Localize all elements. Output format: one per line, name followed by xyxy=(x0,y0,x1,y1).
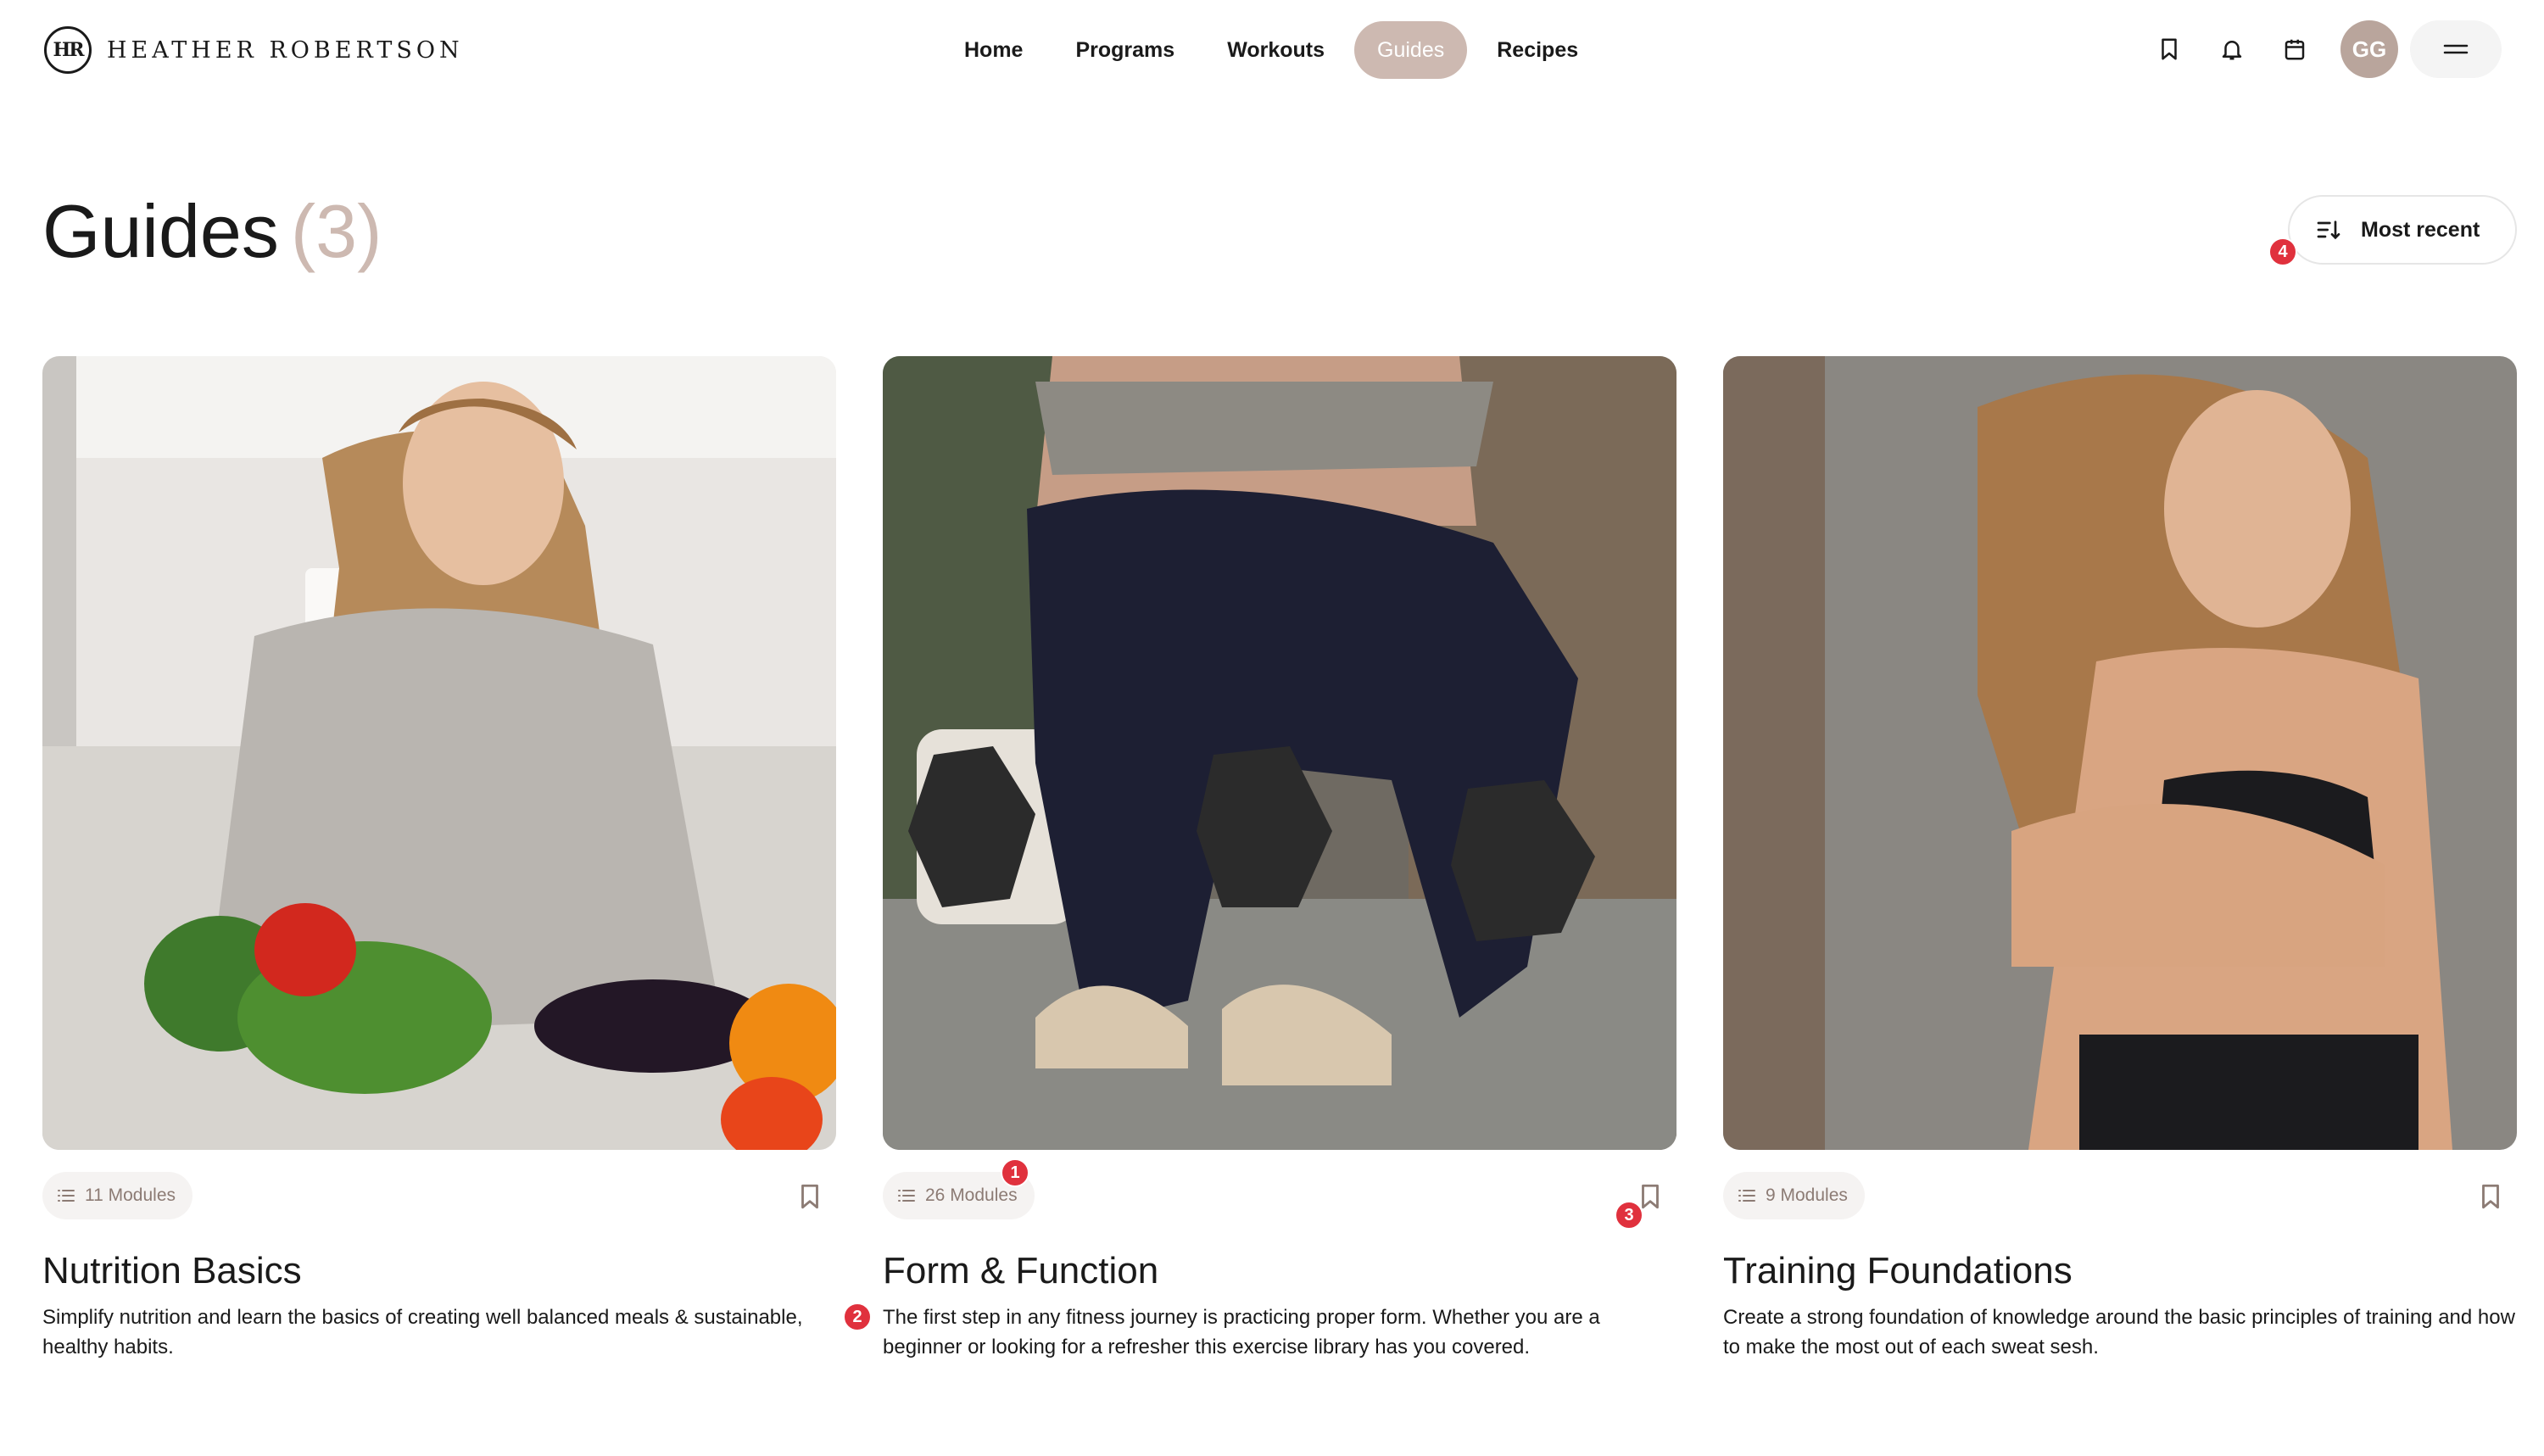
user-avatar[interactable]: GG xyxy=(2340,20,2398,78)
sort-button[interactable]: Most recent xyxy=(2288,195,2517,265)
guide-title[interactable]: Nutrition Basics xyxy=(42,1250,836,1292)
bookmark-icon[interactable] xyxy=(2149,29,2190,70)
page-count: (3) xyxy=(290,189,382,273)
annotation-marker: 3 xyxy=(1615,1201,1643,1230)
guide-description: Create a strong foundation of knowledge … xyxy=(1723,1306,2515,1358)
card-meta: 11 Modules xyxy=(42,1172,836,1221)
menu-button[interactable] xyxy=(2410,20,2502,78)
logo-mark: HR xyxy=(44,26,92,74)
sort-label: Most recent xyxy=(2361,217,2480,242)
menu-icon xyxy=(2443,44,2469,54)
guide-card-training-foundations[interactable]: 9 Modules Training Foundations Create a … xyxy=(1723,356,2517,1362)
nav-home[interactable]: Home xyxy=(941,21,1046,79)
annotation-marker: 1 xyxy=(1001,1158,1029,1187)
sort-icon xyxy=(2317,220,2340,240)
nav-programs[interactable]: Programs xyxy=(1052,21,1197,79)
guide-image[interactable] xyxy=(1723,356,2517,1150)
guide-image[interactable] xyxy=(42,356,836,1150)
nav-workouts[interactable]: Workouts xyxy=(1204,21,1347,79)
header-actions: GG xyxy=(2127,20,2502,78)
modules-badge: 11 Modules xyxy=(42,1172,193,1219)
guide-image[interactable] xyxy=(883,356,1676,1150)
guide-description: Simplify nutrition and learn the basics … xyxy=(42,1306,803,1358)
modules-count: 11 Modules xyxy=(85,1185,176,1205)
list-icon xyxy=(58,1190,75,1202)
list-icon xyxy=(898,1190,915,1202)
page-title: Guides xyxy=(42,189,279,273)
guide-title[interactable]: Form & Function xyxy=(883,1250,1676,1292)
annotation-marker: 4 xyxy=(2268,237,2297,266)
calendar-icon[interactable] xyxy=(2274,29,2315,70)
bookmark-icon[interactable] xyxy=(795,1182,824,1211)
site-header: HR HEATHER ROBERTSON Home Programs Worko… xyxy=(0,0,2544,102)
nav-recipes[interactable]: Recipes xyxy=(1474,21,1601,79)
modules-count: 26 Modules xyxy=(925,1185,1018,1205)
nav-guides[interactable]: Guides xyxy=(1354,21,1468,79)
modules-badge: 9 Modules xyxy=(1723,1172,1865,1219)
card-meta: 9 Modules xyxy=(1723,1172,2517,1221)
page-heading: Guides (3) xyxy=(42,188,382,275)
main-nav: Home Programs Workouts Guides Recipes xyxy=(941,21,1601,79)
guide-card-nutrition-basics[interactable]: 11 Modules Nutrition Basics Simplify nut… xyxy=(42,356,836,1362)
guide-title[interactable]: Training Foundations xyxy=(1723,1250,2517,1292)
brand-name: HEATHER ROBERTSON xyxy=(107,36,464,64)
annotation-marker: 2 xyxy=(843,1303,872,1331)
list-icon xyxy=(1738,1190,1755,1202)
guide-description: The first step in any fitness journey is… xyxy=(883,1306,1600,1358)
logo[interactable]: HR HEATHER ROBERTSON xyxy=(44,26,464,74)
modules-count: 9 Modules xyxy=(1766,1185,1848,1205)
guide-card-form-function[interactable]: 26 Modules Form & Function The first ste… xyxy=(883,356,1676,1362)
bell-icon[interactable] xyxy=(2212,29,2252,70)
bookmark-icon[interactable] xyxy=(2476,1182,2505,1211)
